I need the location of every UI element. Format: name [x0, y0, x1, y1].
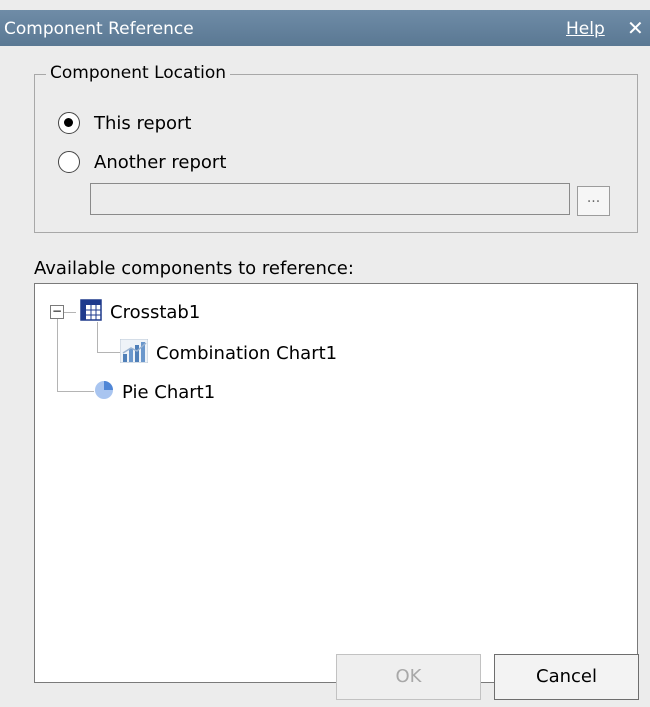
radio-button-selected-icon[interactable] — [58, 112, 80, 134]
tree-item-label: Crosstab1 — [110, 301, 201, 323]
combination-chart-icon — [119, 338, 149, 368]
component-location-legend: Component Location — [46, 63, 231, 83]
browse-button[interactable]: ... — [577, 186, 610, 216]
tree-item-combination-chart1[interactable]: Combination Chart1 — [119, 338, 338, 368]
component-reference-dialog: Component Reference Help ✕ Component Loc… — [0, 0, 650, 707]
radio-this-report-label: This report — [94, 112, 192, 134]
available-components-label: Available components to reference: — [34, 258, 354, 279]
radio-button-empty-icon[interactable] — [58, 151, 80, 173]
ok-button[interactable]: OK — [336, 654, 481, 700]
tree-item-label: Combination Chart1 — [156, 342, 338, 364]
tree-connector-line — [57, 319, 58, 392]
crosstab-icon — [80, 298, 102, 326]
dialog-title: Component Reference — [4, 19, 194, 39]
tree-connector-line — [64, 312, 76, 313]
cancel-button[interactable]: Cancel — [494, 654, 639, 700]
report-path-input[interactable] — [90, 183, 570, 215]
tree-connector-line — [57, 391, 94, 392]
tree-connector-line — [97, 322, 98, 352]
collapse-toggle-icon[interactable]: − — [50, 305, 64, 319]
help-link[interactable]: Help — [566, 19, 605, 39]
pie-chart-icon — [94, 380, 114, 405]
close-icon[interactable]: ✕ — [627, 16, 644, 40]
tree-connector-line — [97, 352, 120, 353]
radio-this-report[interactable]: This report — [58, 110, 191, 136]
title-bar: Component Reference Help ✕ — [0, 10, 650, 46]
radio-another-report[interactable]: Another report — [58, 149, 226, 175]
tree-item-label: Pie Chart1 — [122, 381, 216, 403]
tree-item-crosstab1[interactable]: Crosstab1 — [80, 298, 201, 326]
radio-another-report-label: Another report — [94, 151, 227, 173]
tree-item-pie-chart1[interactable]: Pie Chart1 — [94, 379, 215, 405]
